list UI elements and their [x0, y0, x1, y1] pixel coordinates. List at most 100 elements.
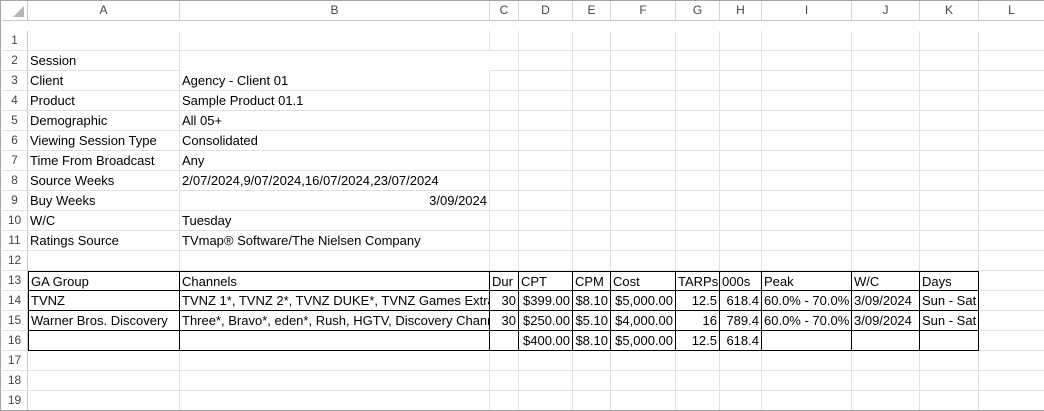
empty-cell[interactable] — [519, 131, 573, 151]
row-header-17[interactable]: 17 — [2, 351, 28, 371]
empty-cell[interactable] — [519, 51, 573, 71]
empty-cell[interactable] — [573, 171, 611, 191]
empty-cell[interactable] — [611, 71, 676, 91]
empty-cell[interactable] — [676, 151, 720, 171]
table-header-e[interactable]: CPM — [573, 271, 611, 291]
empty-cell[interactable] — [611, 111, 676, 131]
cell-f16[interactable]: $5,000.00 — [611, 331, 676, 351]
table-header-g[interactable]: TARPs — [676, 271, 720, 291]
empty-cell[interactable] — [611, 31, 676, 51]
table-header-i[interactable]: Peak — [762, 271, 852, 291]
empty-cell[interactable] — [676, 31, 720, 51]
empty-cell[interactable] — [979, 331, 1044, 351]
row-header-6[interactable]: 6 — [2, 131, 28, 151]
empty-cell[interactable] — [490, 351, 519, 371]
empty-cell[interactable] — [676, 171, 720, 191]
empty-cell[interactable] — [852, 131, 920, 151]
cell-b8[interactable]: 2/07/2024,9/07/2024,16/07/2024,23/07/202… — [180, 171, 490, 191]
cell-b3[interactable]: Agency - Client 01 — [180, 71, 490, 91]
spreadsheet-grid[interactable]: A B C D E F G H I J K L 1 2 3 4 5 6 7 8 … — [0, 0, 1044, 411]
empty-cell[interactable] — [490, 211, 519, 231]
cell-h16[interactable]: 618.4 — [720, 331, 762, 351]
empty-cell[interactable] — [720, 71, 762, 91]
cell-f15[interactable]: $4,000.00 — [611, 311, 676, 331]
cell-b4[interactable]: Sample Product 01.1 — [180, 91, 490, 111]
table-header-d[interactable]: CPT — [519, 271, 573, 291]
empty-cell[interactable] — [720, 151, 762, 171]
empty-cell[interactable] — [852, 231, 920, 251]
empty-cell[interactable] — [852, 211, 920, 231]
cell-a8[interactable]: Source Weeks — [28, 171, 180, 191]
table-header-b[interactable]: Channels — [180, 271, 490, 291]
cell-a2[interactable]: Session — [28, 51, 180, 71]
empty-cell[interactable] — [762, 391, 852, 410]
empty-cell[interactable] — [920, 171, 979, 191]
cell-j14[interactable]: 3/09/2024 — [852, 291, 920, 311]
empty-cell[interactable] — [676, 91, 720, 111]
empty-cell[interactable] — [490, 231, 519, 251]
cell-b10[interactable]: Tuesday — [180, 211, 490, 231]
table-header-k[interactable]: Days — [920, 271, 979, 291]
cell-i15[interactable]: 60.0% - 70.0% — [762, 311, 852, 331]
cell-j16[interactable] — [852, 331, 920, 351]
table-header-h[interactable]: 000s — [720, 271, 762, 291]
empty-cell[interactable] — [979, 111, 1044, 131]
empty-cell[interactable] — [920, 91, 979, 111]
row-header-3[interactable]: 3 — [2, 71, 28, 91]
cell-i16[interactable] — [762, 331, 852, 351]
empty-cell[interactable] — [852, 391, 920, 410]
column-header-a[interactable]: A — [28, 1, 180, 21]
empty-cell[interactable] — [979, 391, 1044, 410]
empty-cell[interactable] — [852, 91, 920, 111]
column-header-c[interactable]: C — [490, 1, 519, 21]
empty-cell[interactable] — [979, 191, 1044, 211]
row-header-5[interactable]: 5 — [2, 111, 28, 131]
empty-cell[interactable] — [519, 171, 573, 191]
cell-g15[interactable]: 16 — [676, 311, 720, 331]
column-header-f[interactable]: F — [611, 1, 676, 21]
row-header-15[interactable]: 15 — [2, 311, 28, 331]
cell-c16[interactable] — [490, 331, 519, 351]
column-header-k[interactable]: K — [920, 1, 979, 21]
empty-cell[interactable] — [720, 111, 762, 131]
empty-cell[interactable] — [676, 191, 720, 211]
empty-cell[interactable] — [519, 111, 573, 131]
empty-cell[interactable] — [852, 351, 920, 371]
empty-cell[interactable] — [611, 391, 676, 410]
empty-cell[interactable] — [979, 151, 1044, 171]
empty-cell[interactable] — [979, 251, 1044, 271]
empty-cell[interactable] — [573, 31, 611, 51]
empty-cell[interactable] — [573, 151, 611, 171]
empty-cell[interactable] — [762, 371, 852, 391]
empty-cell[interactable] — [852, 251, 920, 271]
empty-cell[interactable] — [762, 171, 852, 191]
cell-h14[interactable]: 618.4 — [720, 291, 762, 311]
cell-b5[interactable]: All 05+ — [180, 111, 490, 131]
empty-cell[interactable] — [762, 251, 852, 271]
empty-cell[interactable] — [720, 371, 762, 391]
empty-cell[interactable] — [676, 51, 720, 71]
column-header-l[interactable]: L — [979, 1, 1044, 21]
empty-cell[interactable] — [28, 251, 180, 271]
empty-cell[interactable] — [852, 31, 920, 51]
empty-cell[interactable] — [573, 391, 611, 410]
cell-a15[interactable]: Warner Bros. Discovery — [28, 311, 180, 331]
cell-k15[interactable]: Sun - Sat — [920, 311, 979, 331]
cell-g16[interactable]: 12.5 — [676, 331, 720, 351]
row-header-4[interactable]: 4 — [2, 91, 28, 111]
empty-cell[interactable] — [611, 91, 676, 111]
empty-cell[interactable] — [519, 391, 573, 410]
empty-cell[interactable] — [676, 391, 720, 410]
empty-cell[interactable] — [979, 271, 1044, 291]
empty-cell[interactable] — [180, 351, 490, 371]
cell-b11[interactable]: TVmap® Software/The Nielsen Company — [180, 231, 490, 251]
empty-cell[interactable] — [762, 191, 852, 211]
empty-cell[interactable] — [519, 251, 573, 271]
cell-b7[interactable]: Any — [180, 151, 490, 171]
row-header-16[interactable]: 16 — [2, 331, 28, 351]
empty-cell[interactable] — [920, 51, 979, 71]
empty-cell[interactable] — [676, 111, 720, 131]
column-header-e[interactable]: E — [573, 1, 611, 21]
empty-cell[interactable] — [180, 371, 490, 391]
table-header-f[interactable]: Cost — [611, 271, 676, 291]
